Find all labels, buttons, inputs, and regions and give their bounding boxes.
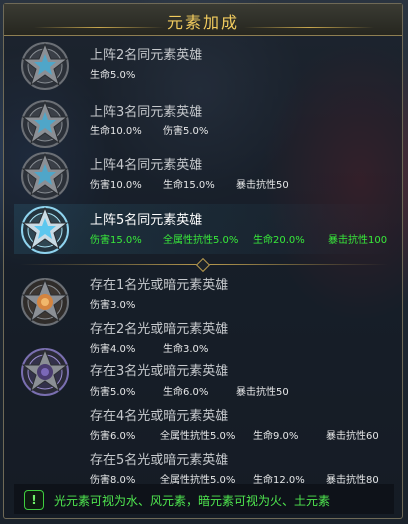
panel-title: 元素加成 bbox=[166, 13, 239, 32]
footer-note-text: 光元素可视为水、风元素，暗元素可视为火、土元素 bbox=[54, 494, 331, 508]
bonus-stat-active: 生命20.0% bbox=[253, 235, 305, 246]
bonus-row-title-3: 上阵3名同元素英雄 bbox=[90, 105, 203, 120]
bonus-stat: 伤害5.0% bbox=[163, 126, 209, 137]
active-row-highlight bbox=[14, 204, 394, 254]
bonus-stat: 生命9.0% bbox=[253, 431, 299, 442]
bonus-stat: 伤害5.0% bbox=[90, 387, 136, 398]
title-bar: 元素加成 bbox=[4, 4, 402, 36]
light-dark-row-title-2: 存在2名光或暗元素英雄 bbox=[90, 322, 229, 337]
bonus-stat-active: 伤害15.0% bbox=[90, 235, 142, 246]
bonus-row-title-2: 上阵2名同元素英雄 bbox=[90, 48, 203, 63]
dark-element-star-icon bbox=[21, 348, 69, 396]
light-dark-row-title-5: 存在5名光或暗元素英雄 bbox=[90, 453, 229, 468]
element-star-icon-2 bbox=[21, 42, 69, 90]
element-star-icon-5-active bbox=[21, 206, 69, 254]
bonus-stat: 全属性抗性5.0% bbox=[160, 431, 236, 442]
bonus-stat: 暴击抗性50 bbox=[236, 180, 289, 191]
bonus-row-title-5-active: 上阵5名同元素英雄 bbox=[90, 213, 203, 228]
info-exclamation-icon: ! bbox=[24, 490, 44, 510]
bonus-stat: 伤害10.0% bbox=[90, 180, 142, 191]
element-star-icon-4 bbox=[21, 152, 69, 200]
bonus-stat: 生命6.0% bbox=[163, 387, 209, 398]
light-element-star-icon bbox=[21, 278, 69, 326]
bonus-stat-active: 暴击抗性100 bbox=[328, 235, 388, 246]
element-star-icon-3 bbox=[21, 100, 69, 148]
light-dark-row-title-1: 存在1名光或暗元素英雄 bbox=[90, 278, 229, 293]
bonus-row-title-4: 上阵4名同元素英雄 bbox=[90, 158, 203, 173]
bonus-stat: 伤害4.0% bbox=[90, 344, 136, 355]
title-ornament-left bbox=[34, 27, 164, 28]
bonus-stat: 生命5.0% bbox=[90, 70, 136, 81]
bonus-stat: 生命10.0% bbox=[90, 126, 142, 137]
bonus-stat: 暴击抗性60 bbox=[326, 431, 379, 442]
bonus-stat: 暴击抗性50 bbox=[236, 387, 289, 398]
bonus-stat: 生命15.0% bbox=[163, 180, 215, 191]
title-ornament-right bbox=[244, 27, 374, 28]
bonus-stat-active: 全属性抗性5.0% bbox=[163, 235, 239, 246]
light-dark-row-title-4: 存在4名光或暗元素英雄 bbox=[90, 409, 229, 424]
light-dark-row-title-3: 存在3名光或暗元素英雄 bbox=[90, 364, 229, 379]
bonus-stat: 生命3.0% bbox=[163, 344, 209, 355]
bonus-stat: 伤害6.0% bbox=[90, 431, 136, 442]
bonus-stat: 伤害3.0% bbox=[90, 300, 136, 311]
